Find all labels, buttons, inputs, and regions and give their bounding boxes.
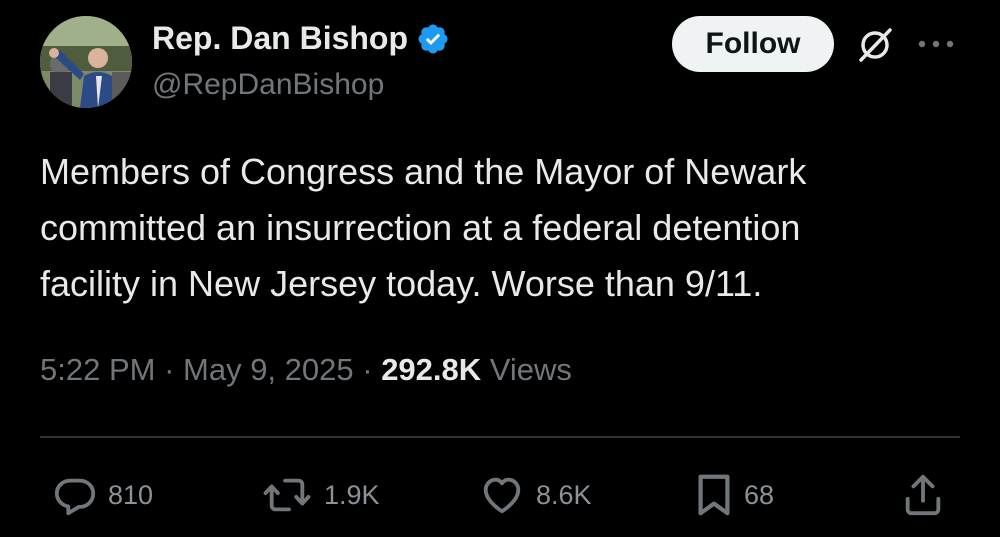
meta-separator: · <box>353 352 382 387</box>
share-button[interactable] <box>900 472 946 518</box>
follow-button[interactable]: Follow <box>672 16 834 72</box>
like-button[interactable]: 8.6K <box>478 472 592 518</box>
verified-badge-icon[interactable] <box>416 22 450 56</box>
grok-icon[interactable] <box>856 26 894 64</box>
author-name[interactable]: Rep. Dan Bishop <box>152 20 450 57</box>
bookmark-count: 68 <box>744 479 775 510</box>
views-count: 292.8K <box>381 352 482 387</box>
tweet-text: Members of Congress and the Mayor of New… <box>40 151 807 304</box>
repost-icon <box>263 478 311 512</box>
heart-icon <box>483 477 521 514</box>
reply-count: 810 <box>108 479 154 510</box>
reply-icon <box>54 478 96 516</box>
avatar[interactable] <box>40 16 132 108</box>
avatar-image <box>40 16 132 108</box>
more-options-icon[interactable] <box>916 36 956 52</box>
tweet-metadata: 5:22 PM · May 9, 2025 · 292.8K Views <box>40 352 572 388</box>
like-count: 8.6K <box>536 479 592 510</box>
author-handle[interactable]: @RepDanBishop <box>152 68 384 102</box>
tweet-date[interactable]: May 9, 2025 <box>183 352 354 387</box>
repost-button[interactable]: 1.9K <box>260 472 380 518</box>
author-display-name[interactable]: Rep. Dan Bishop <box>152 20 408 57</box>
reply-button[interactable]: 810 <box>52 472 153 518</box>
share-icon <box>905 474 941 516</box>
views-label: Views <box>481 352 572 387</box>
bookmark-icon <box>698 474 730 516</box>
divider <box>40 436 960 438</box>
meta-separator: · <box>155 352 184 387</box>
tweet-time[interactable]: 5:22 PM <box>40 352 155 387</box>
bookmark-button[interactable]: 68 <box>694 472 774 518</box>
repost-count: 1.9K <box>324 479 380 510</box>
